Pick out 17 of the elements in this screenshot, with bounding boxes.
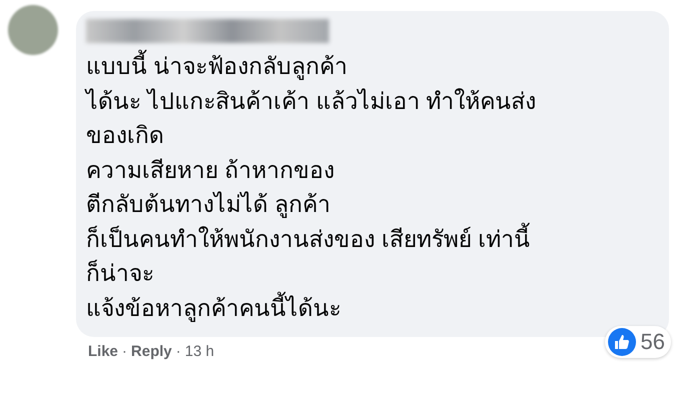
- separator-dot: ·: [176, 343, 181, 360]
- comment-text: ของเกิด: [86, 121, 165, 150]
- comment-text: ก็น่าจะ: [86, 258, 155, 288]
- like-link[interactable]: Like: [88, 343, 118, 360]
- reply-link[interactable]: Reply: [131, 343, 172, 360]
- timestamp[interactable]: 13 h: [184, 343, 214, 360]
- reaction-count: 56: [640, 329, 665, 355]
- thumbs-up-icon: [608, 328, 636, 356]
- comment-text: ก็เป็นคนทำให้พนักงานส่งของ เสียทรัพย์ เท่านี้: [86, 222, 657, 256]
- reaction-badge[interactable]: 56: [604, 326, 671, 358]
- comment-text: ตีกลับต้นทางไม่ได้ ลูกค้า: [86, 190, 332, 220]
- comment-text: แบบนี้ น่าจะฟ้องกลับลูกค้า: [86, 49, 657, 84]
- comment-text: ได้นะ ไปแกะสินค้าเค้า แล้วไม่เอา ทำให้คนส่ง: [86, 86, 538, 116]
- comment-text: ความเสียหาย ถ้าหากของ: [86, 156, 336, 184]
- avatar[interactable]: [8, 5, 58, 55]
- separator-dot: ·: [122, 343, 128, 360]
- comment-text: แจ้งข้อหาลูกค้าคนนี้ได้นะ: [86, 290, 657, 325]
